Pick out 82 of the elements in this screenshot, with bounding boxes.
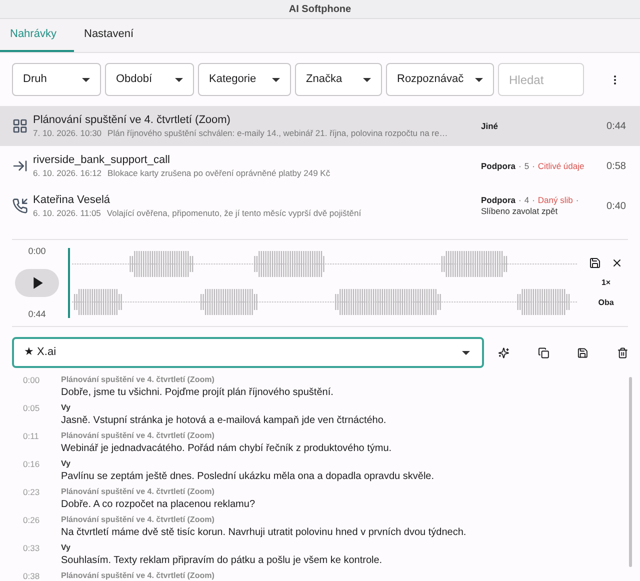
- recording-summary: Plán říjnového spuštění schválen: e-maily 14., webinář 21. října, polovina rozpočtu na re…: [108, 126, 448, 140]
- timestamp: 0:33: [23, 542, 41, 555]
- play-button[interactable]: [15, 269, 59, 297]
- timestamp: 0:11: [23, 430, 40, 443]
- caret-icon: [175, 78, 183, 82]
- recording-date: 7. 10. 2026. 10:30: [33, 126, 102, 140]
- flag-label: Daný slib: [538, 195, 573, 206]
- speaker-name: Vy: [61, 458, 72, 470]
- save-icon[interactable]: [577, 346, 589, 358]
- recording-title: Kateřina Veselá: [33, 192, 112, 206]
- scrollbar[interactable]: [629, 377, 632, 567]
- copy-icon[interactable]: [538, 346, 550, 358]
- save-icon[interactable]: [589, 257, 601, 269]
- separator-dot: ·: [576, 195, 579, 206]
- speaker-name: Plánování spuštění ve 4. čtvrtletí (Zoom): [61, 570, 214, 581]
- filter-dropdown[interactable]: Značka: [295, 63, 382, 96]
- transcript-text: Dobře. A co rozpočet na placenou reklamu?: [61, 498, 256, 511]
- speaker-name: Vy: [61, 542, 72, 554]
- score-label: 5: [524, 160, 530, 172]
- filter-dropdown[interactable]: Rozpoznávač: [386, 63, 494, 96]
- separator-dot: ·: [532, 160, 535, 172]
- speaker-name: Plánování spuštění ve 4. čtvrtletí (Zoom): [61, 374, 216, 386]
- separator-dot: ·: [518, 195, 522, 206]
- tab[interactable]: Nastavení: [74, 19, 148, 52]
- speaker-name: Plánování spuštění ve 4. čtvrtletí (Zoom): [61, 486, 216, 498]
- category-label: Podpora: [481, 160, 516, 172]
- duration-label: 0:44: [606, 120, 626, 134]
- transcript-text: Jasně. Vstupní stránka je hotová a e-mailová kampaň jde ven čtrnáctého.: [61, 414, 386, 427]
- caret-icon: [475, 78, 483, 82]
- caret-icon: [272, 78, 280, 82]
- search-field[interactable]: Hledat: [498, 63, 584, 96]
- timestamp: 0:23: [23, 486, 41, 499]
- flag-label: Citlivé údaje: [538, 160, 584, 172]
- close-icon[interactable]: [611, 257, 623, 269]
- recording-summary: Blokace karty zrušena po ověření oprávněné platby 249 Kč: [108, 166, 330, 180]
- duration-label: 0:40: [606, 200, 626, 214]
- speed-button[interactable]: 1×: [601, 277, 611, 289]
- recognizer-dropdown[interactable]: ★ X.ai: [12, 337, 484, 368]
- recording-summary: Volající ověřena, připomenuto, že jí tento měsíc vyprší dvě pojištění: [106, 206, 362, 220]
- timestamp: 0:05: [23, 402, 41, 415]
- tab[interactable]: Nahrávky: [0, 19, 74, 52]
- transcript-text: Dobře, jsme tu všichni. Pojďme projít plán říjnového spuštění.: [61, 386, 334, 399]
- timestamp: 0:26: [23, 514, 41, 527]
- timestamp: 0:00: [23, 374, 41, 387]
- recording-row[interactable]: Plánování spuštění ve 4. čtvrtletí (Zoom) 7. 10. 2026. 10:30 Plán říjnového spuštění schválen: e-maily 14., webinář 21. října, polovina rozpočtu na re… Jiné 0:44: [0, 106, 640, 146]
- separator-dot: ·: [518, 160, 522, 172]
- transcript-text: Pavlínu se zeptám ještě dnes. Poslední ukázku měla ona a dopadla opravdu skvěle.: [61, 470, 434, 483]
- speaker-name: Plánování spuštění ve 4. čtvrtletí (Zoom): [61, 430, 216, 442]
- recording-date: 6. 10. 2026. 16:12: [33, 166, 102, 180]
- sparkles-icon[interactable]: [498, 346, 510, 358]
- recording-row[interactable]: riverside_bank_support_call 6. 10. 2026. 16:12 Blokace karty zrušena po ověření oprávněné platby 249 Kč Podpora · 5 · Citlivé údaje 0:58: [0, 146, 640, 186]
- filter-dropdown[interactable]: Období: [105, 63, 194, 96]
- caret-icon: [82, 78, 90, 82]
- window-title: AI Softphone: [288, 2, 352, 16]
- channel-button[interactable]: Oba: [598, 297, 614, 309]
- timestamp: 0:38: [23, 570, 41, 581]
- caret-icon: [363, 78, 371, 82]
- arrow-to-line-icon: [12, 158, 28, 174]
- recording-title: riverside_bank_support_call: [33, 152, 171, 166]
- category-label: Jiné: [481, 120, 498, 132]
- filter-dropdown[interactable]: Kategorie: [198, 63, 291, 96]
- recording-date: 6. 10. 2026. 11:05: [33, 206, 101, 220]
- recording-title: Plánování spuštění ve 4. čtvrtletí (Zoom): [33, 112, 232, 126]
- phone-incoming-icon: [12, 198, 28, 214]
- score-label: 4: [524, 195, 530, 206]
- timestamp: 0:16: [23, 458, 41, 471]
- category-label: Podpora: [481, 195, 516, 206]
- caret-icon: [462, 350, 470, 354]
- transcript-text: Na čtvrtletí máme dvě stě tisíc korun. Navrhuji utratit polovinu hned v prvních dvou týdnech.: [61, 526, 466, 539]
- speaker-name: Plánování spuštění ve 4. čtvrtletí (Zoom): [61, 514, 216, 526]
- duration-label: 0:58: [606, 160, 626, 174]
- note-label: Slíbeno zavolat zpět: [481, 206, 559, 217]
- grid-icon: [12, 118, 28, 134]
- end-time: 0:44: [28, 308, 46, 320]
- filter-dropdown[interactable]: Druh: [12, 63, 101, 96]
- delete-icon[interactable]: [616, 346, 628, 358]
- separator-dot: ·: [532, 195, 535, 206]
- transcript-text: Webinář je jednadvacátého. Pořád nám chybí řečník z produktového týmu.: [61, 442, 392, 455]
- recording-row[interactable]: Kateřina Veselá 6. 10. 2026. 11:05 Volající ověřena, připomenuto, že jí tento měsíc vyprší dvě pojištění Podpora · 4 · Daný slib · Slíbeno zavolat zpět 0:40: [0, 186, 640, 226]
- speaker-name: Vy: [61, 402, 72, 414]
- transcript-text: Souhlasím. Texty reklam připravím do pátku a pošlu je všem ke kontrole.: [61, 554, 382, 567]
- start-time: 0:00: [28, 245, 46, 258]
